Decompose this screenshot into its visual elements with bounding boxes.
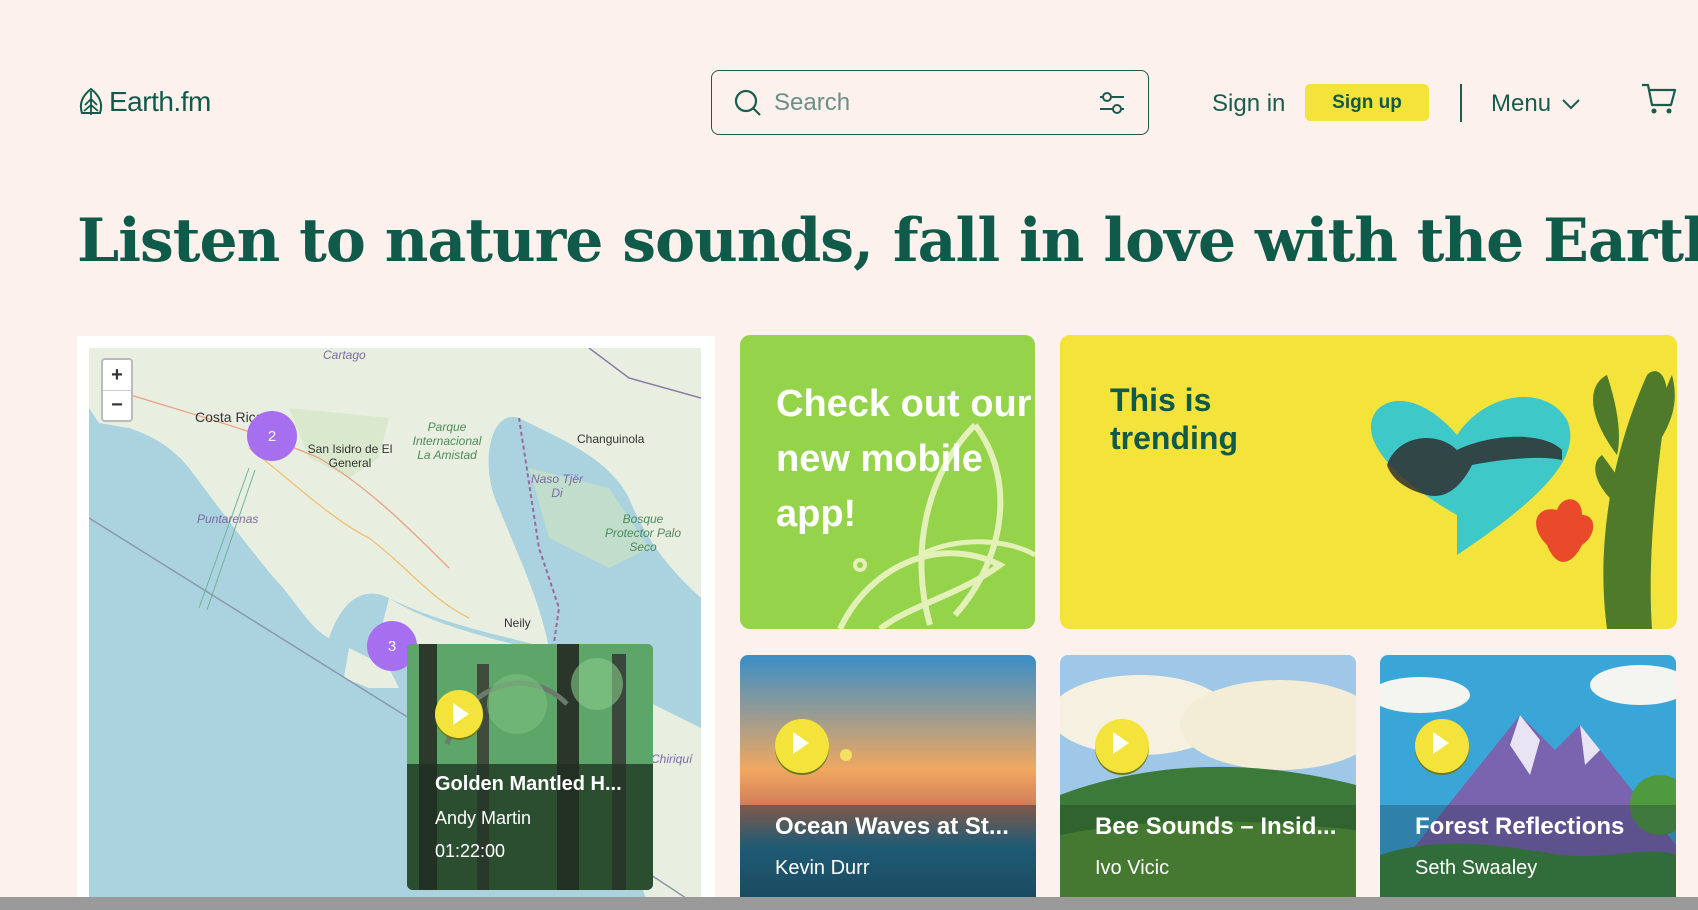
site-header: Earth.fm Sign in Sign up Menu xyxy=(0,0,1698,150)
nav-divider xyxy=(1460,84,1462,122)
horizontal-scrollbar[interactable] xyxy=(0,897,1698,910)
popup-info: Golden Mantled H... Andy Martin 01:22:00 xyxy=(435,773,622,862)
map-label-puntarenas: Puntarenas xyxy=(197,512,259,526)
map-label-chiriqui: Chiriquí xyxy=(651,752,693,766)
map-label-neily: Neily xyxy=(504,616,531,630)
trending-promo[interactable]: This is trending xyxy=(1060,335,1677,629)
search-bar[interactable] xyxy=(711,70,1149,135)
card-info: Forest Reflections Seth Swaaley xyxy=(1415,813,1624,880)
play-button[interactable] xyxy=(1095,719,1149,773)
map-label-bosque: Bosque Protector Palo Seco xyxy=(604,512,682,554)
menu-dropdown[interactable]: Menu xyxy=(1491,90,1581,118)
map-label-cartago: Cartago xyxy=(323,348,366,362)
brand-name: Earth.fm xyxy=(109,86,211,117)
search-icon xyxy=(734,89,761,116)
chevron-down-icon xyxy=(1562,99,1580,110)
card-title[interactable]: Forest Reflections xyxy=(1415,813,1624,841)
page-headline: Listen to nature sounds, fall in love wi… xyxy=(77,206,1698,276)
card-title[interactable]: Ocean Waves at St... xyxy=(775,813,1009,841)
search-input[interactable] xyxy=(774,88,1098,117)
play-button[interactable] xyxy=(1415,719,1469,773)
sound-card[interactable]: Ocean Waves at St... Kevin Durr xyxy=(740,655,1036,910)
sound-artist: Andy Martin xyxy=(435,808,532,828)
card-title[interactable]: Bee Sounds – Insid... xyxy=(1095,813,1336,841)
play-button[interactable] xyxy=(435,690,483,738)
filter-sliders-icon[interactable] xyxy=(1098,90,1126,116)
zoom-out-button[interactable]: − xyxy=(103,390,131,420)
heart-sunglasses-artwork xyxy=(1370,371,1675,629)
map-label-naso: Naso Tjër Di xyxy=(530,472,583,500)
menu-label: Menu xyxy=(1491,90,1552,117)
map-sound-popup[interactable]: Golden Mantled H... Andy Martin 01:22:00 xyxy=(407,644,653,890)
zoom-controls: + − xyxy=(101,358,133,422)
play-button[interactable] xyxy=(775,719,829,773)
map-panel: + − Cartago Costa Rica San Isidro de El … xyxy=(77,336,715,910)
trending-promo-text: This is trending xyxy=(1110,382,1238,456)
pine-leaf-icon xyxy=(79,87,103,115)
signin-link[interactable]: Sign in xyxy=(1212,90,1285,118)
map-label-san-isidro: San Isidro de El General xyxy=(307,442,393,470)
sound-title[interactable]: Golden Mantled H... xyxy=(435,773,622,796)
zoom-in-button[interactable]: + xyxy=(103,360,131,390)
sound-card[interactable]: Bee Sounds – Insid... Ivo Vicic xyxy=(1060,655,1356,910)
card-artist: Seth Swaaley xyxy=(1415,857,1538,879)
sound-duration: 01:22:00 xyxy=(435,841,506,861)
sound-card[interactable]: Forest Reflections Seth Swaaley xyxy=(1380,655,1676,910)
signup-button[interactable]: Sign up xyxy=(1305,84,1429,121)
card-artist: Ivo Vicic xyxy=(1095,857,1170,879)
map-label-changuinola: Changuinola xyxy=(577,432,645,446)
cart-icon[interactable] xyxy=(1641,82,1677,116)
card-info: Bee Sounds – Insid... Ivo Vicic xyxy=(1095,813,1336,880)
card-info: Ocean Waves at St... Kevin Durr xyxy=(775,813,1009,880)
map-label-parque: Parque Internacional La Amistad xyxy=(412,420,482,462)
mobile-app-promo-text: Check out our new mobile app! xyxy=(776,383,1032,535)
interactive-map[interactable]: + − Cartago Costa Rica San Isidro de El … xyxy=(89,348,701,908)
map-cluster-marker[interactable]: 2 xyxy=(247,411,297,461)
mobile-app-promo[interactable]: Check out our new mobile app! xyxy=(740,335,1035,629)
card-artist: Kevin Durr xyxy=(775,857,870,879)
brand-logo[interactable]: Earth.fm xyxy=(77,86,211,118)
